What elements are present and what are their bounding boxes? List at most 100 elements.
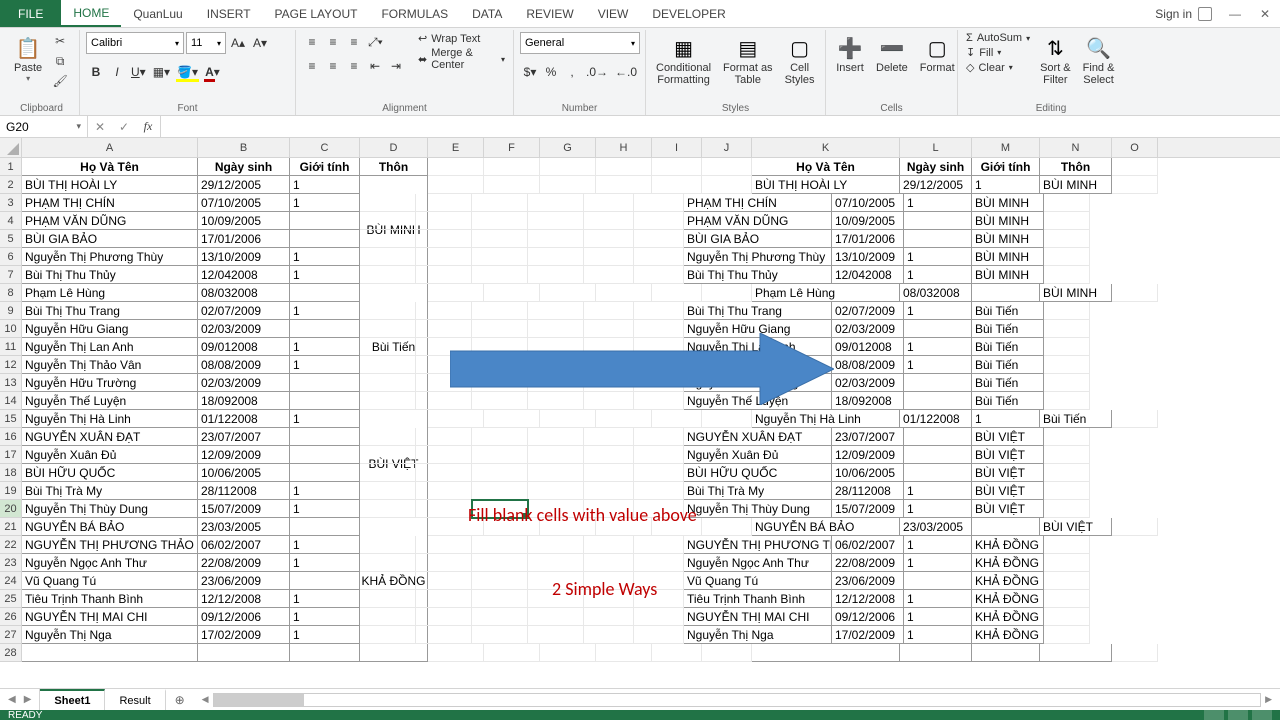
select-all-button[interactable] xyxy=(0,138,22,157)
delete-cells-button[interactable]: ➖Delete xyxy=(872,32,912,76)
cell-E5[interactable] xyxy=(360,230,416,248)
cell-C10[interactable] xyxy=(290,320,360,338)
row-header-8[interactable]: 8 xyxy=(0,284,22,302)
cell-O17[interactable] xyxy=(1044,446,1090,464)
fx-button[interactable]: fx xyxy=(136,119,160,134)
cell-N5[interactable]: BÙI MINH xyxy=(972,230,1044,248)
find-select-button[interactable]: 🔍Find & Select xyxy=(1079,32,1119,88)
cell-L6[interactable]: 13/10/2009 xyxy=(832,248,904,266)
cell-M13[interactable] xyxy=(904,374,972,392)
cell-N15[interactable]: Bùi Tiến xyxy=(1040,410,1112,428)
cell-O9[interactable] xyxy=(1044,302,1090,320)
cell-F16[interactable] xyxy=(416,428,472,446)
cell-K26[interactable]: NGUYỄN THỊ MAI CHI xyxy=(684,608,832,626)
format-cells-button[interactable]: ▢Format xyxy=(916,32,959,76)
ribbon-tab-developer[interactable]: DEVELOPER xyxy=(640,0,737,27)
cell-A15[interactable]: Nguyễn Thị Hà Linh xyxy=(22,410,198,428)
cell-F17[interactable] xyxy=(416,446,472,464)
cell-B23[interactable]: 22/08/2009 xyxy=(198,554,290,572)
cell-I5[interactable] xyxy=(584,230,634,248)
cell-C26[interactable]: 1 xyxy=(290,608,360,626)
cell-E12[interactable] xyxy=(360,356,416,374)
cell-B17[interactable]: 12/09/2009 xyxy=(198,446,290,464)
cell-F20[interactable] xyxy=(416,500,472,518)
cell-N23[interactable]: KHẢ ĐỒNG xyxy=(972,554,1044,572)
row-header-25[interactable]: 25 xyxy=(0,590,22,608)
bold-button[interactable]: B xyxy=(86,62,106,82)
cell-A6[interactable]: Nguyễn Thị Phương Thùy xyxy=(22,248,198,266)
cell-C27[interactable]: 1 xyxy=(290,626,360,644)
paste-button[interactable]: 📋 Paste ▾ xyxy=(10,32,46,85)
cell-N27[interactable]: KHẢ ĐỒNG xyxy=(972,626,1044,644)
cell-F25[interactable] xyxy=(416,590,472,608)
merge-center-button[interactable]: ⬌Merge & Center▾ xyxy=(416,47,507,71)
format-painter-button[interactable]: 🖌 xyxy=(50,72,70,90)
cell-F1[interactable] xyxy=(484,158,540,176)
cell-M2[interactable]: 1 xyxy=(972,176,1040,194)
cell-N2[interactable]: BÙI MINH xyxy=(1040,176,1112,194)
cell-I27[interactable] xyxy=(584,626,634,644)
cell-J27[interactable] xyxy=(634,626,684,644)
cell-C15[interactable]: 1 xyxy=(290,410,360,428)
cell-B4[interactable]: 10/09/2005 xyxy=(198,212,290,230)
cell-O15[interactable] xyxy=(1112,410,1158,428)
decrease-font-button[interactable]: A▾ xyxy=(250,33,270,53)
underline-button[interactable]: U▾ xyxy=(128,62,149,82)
cell-I26[interactable] xyxy=(584,608,634,626)
formula-input[interactable] xyxy=(161,116,1280,137)
cell-G19[interactable] xyxy=(472,482,528,500)
cell-K19[interactable]: Bùi Thị Trà My xyxy=(684,482,832,500)
cell-O28[interactable] xyxy=(1112,644,1158,662)
fill-button[interactable]: ↧Fill▾ xyxy=(964,46,1032,59)
row-header-13[interactable]: 13 xyxy=(0,374,22,392)
cell-H16[interactable] xyxy=(528,428,584,446)
ribbon-tab-formulas[interactable]: FORMULAS xyxy=(369,0,460,27)
cell-F24[interactable] xyxy=(416,572,472,590)
cell-O21[interactable] xyxy=(1112,518,1158,536)
cell-N10[interactable]: Bùi Tiến xyxy=(972,320,1044,338)
cell-I9[interactable] xyxy=(584,302,634,320)
cell-H9[interactable] xyxy=(528,302,584,320)
cell-J2[interactable] xyxy=(702,176,752,194)
cell-E25[interactable] xyxy=(360,590,416,608)
cell-B24[interactable]: 23/06/2009 xyxy=(198,572,290,590)
cell-B15[interactable]: 01/122008 xyxy=(198,410,290,428)
cell-G6[interactable] xyxy=(472,248,528,266)
cell-M15[interactable]: 1 xyxy=(972,410,1040,428)
cell-K1[interactable]: Họ Và Tên xyxy=(752,158,900,176)
cell-L26[interactable]: 09/12/2006 xyxy=(832,608,904,626)
row-header-27[interactable]: 27 xyxy=(0,626,22,644)
cell-N20[interactable]: BÙI VIỆT xyxy=(972,500,1044,518)
row-header-2[interactable]: 2 xyxy=(0,176,22,194)
cell-F3[interactable] xyxy=(416,194,472,212)
ribbon-tab-home[interactable]: HOME xyxy=(61,0,121,27)
cell-N19[interactable]: BÙI VIỆT xyxy=(972,482,1044,500)
cell-N26[interactable]: KHẢ ĐỒNG xyxy=(972,608,1044,626)
cell-L5[interactable]: 17/01/2006 xyxy=(832,230,904,248)
align-bottom-button[interactable]: ≡ xyxy=(344,32,364,52)
increase-indent-button[interactable]: ⇥ xyxy=(386,56,406,76)
cell-C19[interactable]: 1 xyxy=(290,482,360,500)
cell-A21[interactable]: NGUYỄN BÁ BẢO xyxy=(22,518,198,536)
row-header-24[interactable]: 24 xyxy=(0,572,22,590)
column-header-K[interactable]: K xyxy=(752,138,900,157)
file-menu[interactable]: FILE xyxy=(0,0,61,27)
font-size-select[interactable]: 11▾ xyxy=(186,32,226,54)
cell-H23[interactable] xyxy=(528,554,584,572)
cell-B14[interactable]: 18/092008 xyxy=(198,392,290,410)
conditional-formatting-button[interactable]: ▦ Conditional Formatting xyxy=(652,32,715,88)
cell-C3[interactable]: 1 xyxy=(290,194,360,212)
column-header-G[interactable]: G xyxy=(540,138,596,157)
ribbon-tab-quanluu[interactable]: QuanLuu xyxy=(121,0,194,27)
cell-B22[interactable]: 06/02/2007 xyxy=(198,536,290,554)
cell-G28[interactable] xyxy=(540,644,596,662)
cell-H26[interactable] xyxy=(528,608,584,626)
cell-J3[interactable] xyxy=(634,194,684,212)
cell-H7[interactable] xyxy=(528,266,584,284)
cell-A2[interactable]: BÙI THỊ HOÀI LY xyxy=(22,176,198,194)
add-sheet-button[interactable]: ⊕ xyxy=(166,689,194,710)
cell-K2[interactable]: BÙI THỊ HOÀI LY xyxy=(752,176,900,194)
cell-M24[interactable] xyxy=(904,572,972,590)
cell-H19[interactable] xyxy=(528,482,584,500)
cell-M23[interactable]: 1 xyxy=(904,554,972,572)
